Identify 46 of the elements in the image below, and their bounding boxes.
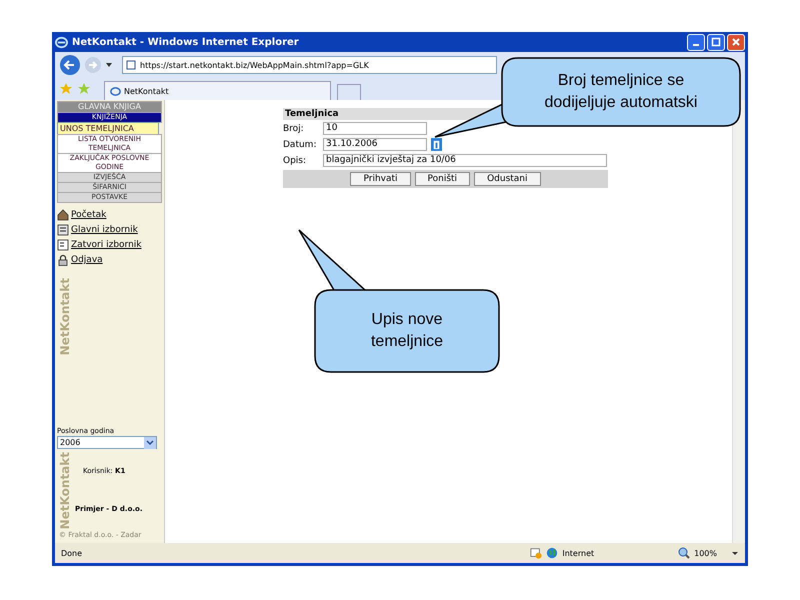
zoom-icon[interactable]: [678, 547, 690, 559]
dropdown-arrow-icon[interactable]: [731, 549, 739, 557]
back-button[interactable]: [59, 54, 81, 76]
callout-text: Upis nove temeljnice: [370, 310, 444, 352]
maximize-icon: [711, 37, 721, 47]
browser-logo-icon: [110, 86, 121, 96]
year-select[interactable]: 2006: [57, 436, 157, 449]
form-button[interactable]: Poništi: [414, 172, 470, 186]
scrollbar[interactable]: [732, 100, 745, 543]
warning-icon: [530, 547, 542, 559]
status-text: Done: [61, 548, 82, 558]
browser-logo-icon: [55, 36, 68, 48]
logo-text: NetKontakt: [58, 278, 72, 356]
maximize-button[interactable]: [707, 34, 725, 50]
page-icon: [126, 60, 136, 70]
field-label: Broj:: [283, 124, 305, 134]
input-field[interactable]: 10: [323, 122, 427, 135]
field-label: Opis:: [283, 156, 308, 166]
input-field[interactable]: 31.10.2006: [323, 138, 427, 151]
menu-item[interactable]: UNOS TEMELJNICA: [57, 122, 159, 135]
sidebar-link[interactable]: Zatvori izbornik: [71, 240, 142, 250]
zone-text: Internet: [562, 548, 594, 558]
minimize-button[interactable]: [687, 34, 705, 50]
lock-icon: [57, 254, 69, 266]
form-button[interactable]: Odustani: [474, 172, 541, 186]
zoom-level[interactable]: 100%: [694, 548, 717, 558]
document-icon: [57, 239, 69, 251]
form-button[interactable]: Prihvati: [350, 172, 411, 186]
sidebar-link[interactable]: Početak: [71, 210, 106, 220]
globe-icon: [546, 547, 558, 559]
sidebar-link[interactable]: Odjava: [71, 255, 103, 265]
sidebar-link[interactable]: Glavni izbornik: [71, 225, 138, 235]
browser-tab[interactable]: NetKontakt: [104, 81, 331, 100]
close-button[interactable]: [727, 34, 745, 50]
logo-text: NetKontakt: [58, 452, 72, 530]
calendar-icon[interactable]: [431, 138, 442, 151]
house-icon: [57, 209, 69, 221]
close-icon: [731, 37, 741, 47]
address-field[interactable]: https://start.netkontakt.biz/WebAppMain.shtml?app=GLK: [122, 56, 497, 74]
star-icon[interactable]: [60, 83, 72, 95]
document-icon: [57, 224, 69, 236]
field-label: Datum:: [283, 140, 318, 150]
minimize-icon: [693, 44, 699, 46]
window-title: NetKontakt - Windows Internet Explorer: [72, 36, 299, 48]
dropdown-arrow-icon[interactable]: [105, 61, 113, 69]
input-field[interactable]: blagajnički izvještaj za 10/06: [323, 154, 607, 167]
